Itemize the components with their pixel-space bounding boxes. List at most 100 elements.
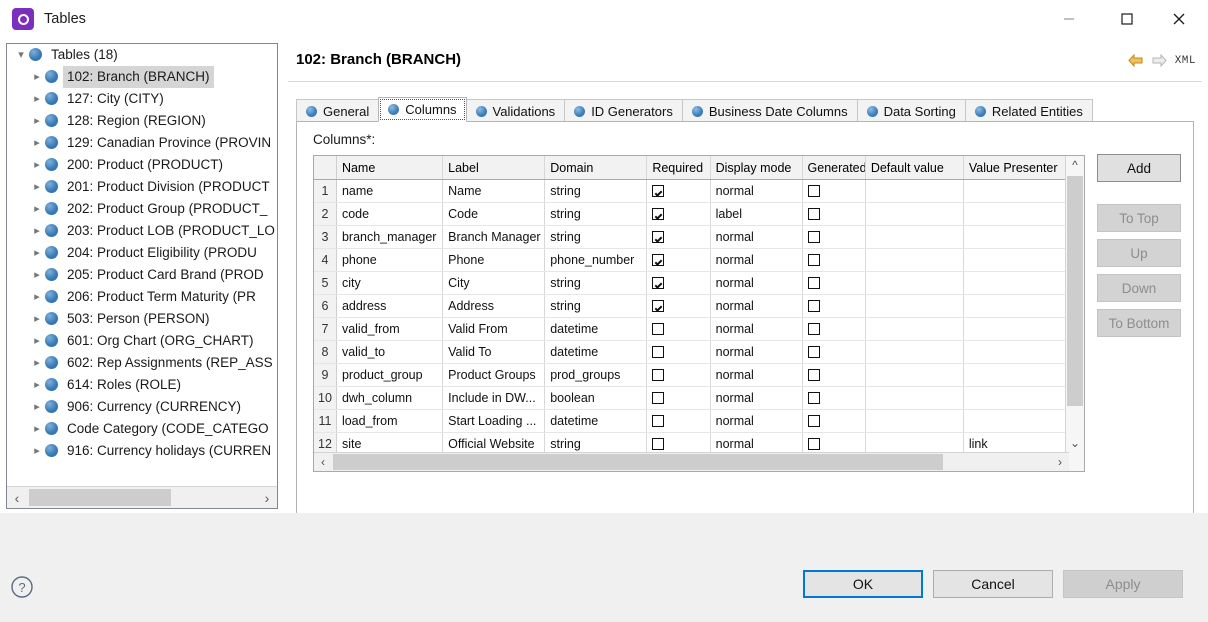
column-header[interactable]: Name xyxy=(336,156,442,180)
checkbox-unchecked-icon[interactable] xyxy=(652,323,664,335)
chevron-right-icon[interactable]: ▸ xyxy=(29,286,45,308)
cell-display-mode[interactable]: normal xyxy=(710,364,802,387)
chevron-right-icon[interactable]: ▸ xyxy=(29,418,45,440)
cell-value-presenter[interactable] xyxy=(963,295,1065,318)
cell-name[interactable]: address xyxy=(336,295,442,318)
cell-label[interactable]: Address xyxy=(443,295,545,318)
checkbox-unchecked-icon[interactable] xyxy=(652,392,664,404)
table-row[interactable]: 9product_groupProduct Groupsprod_groupsn… xyxy=(314,364,1066,387)
cell-display-mode[interactable]: normal xyxy=(710,226,802,249)
required-checkbox-cell[interactable] xyxy=(647,410,710,433)
cancel-button[interactable]: Cancel xyxy=(933,570,1053,598)
chevron-right-icon[interactable]: ▸ xyxy=(29,330,45,352)
checkbox-unchecked-icon[interactable] xyxy=(808,277,820,289)
generated-checkbox-cell[interactable] xyxy=(802,180,865,203)
grid-horizontal-scrollbar[interactable]: ‹ › xyxy=(314,452,1069,471)
chevron-right-icon[interactable]: › xyxy=(257,487,277,508)
cell-name[interactable]: load_from xyxy=(336,410,442,433)
column-header[interactable]: Required xyxy=(647,156,710,180)
tree-root-node[interactable]: ▾Tables (18) xyxy=(7,44,278,66)
table-row[interactable]: 7valid_fromValid Fromdatetimenormal xyxy=(314,318,1066,341)
cell-value-presenter[interactable] xyxy=(963,387,1065,410)
cell-label[interactable]: Include in DW... xyxy=(443,387,545,410)
cell-name[interactable]: name xyxy=(336,180,442,203)
tree-item[interactable]: ▸201: Product Division (PRODUCT xyxy=(7,176,278,198)
cell-value-presenter[interactable] xyxy=(963,272,1065,295)
required-checkbox-cell[interactable] xyxy=(647,364,710,387)
table-row[interactable]: 1nameNamestringnormal xyxy=(314,180,1066,203)
cell-domain[interactable]: string xyxy=(545,295,647,318)
chevron-left-icon[interactable]: ‹ xyxy=(314,453,332,471)
cell-label[interactable]: Branch Manager xyxy=(443,226,545,249)
checkbox-checked-icon[interactable] xyxy=(652,231,664,243)
chevron-right-icon[interactable]: ▸ xyxy=(29,352,45,374)
chevron-right-icon[interactable]: ▸ xyxy=(29,440,45,462)
tree-item[interactable]: ▸916: Currency holidays (CURREN xyxy=(7,440,278,462)
cell-default-value[interactable] xyxy=(865,295,963,318)
tab-id-generators[interactable]: ID Generators xyxy=(564,99,683,122)
checkbox-unchecked-icon[interactable] xyxy=(808,438,820,450)
generated-checkbox-cell[interactable] xyxy=(802,318,865,341)
help-icon[interactable]: ? xyxy=(10,575,34,599)
table-row[interactable]: 8valid_toValid Todatetimenormal xyxy=(314,341,1066,364)
cell-domain[interactable]: string xyxy=(545,180,647,203)
cell-name[interactable]: product_group xyxy=(336,364,442,387)
cell-label[interactable]: Code xyxy=(443,203,545,226)
cell-domain[interactable]: prod_groups xyxy=(545,364,647,387)
required-checkbox-cell[interactable] xyxy=(647,318,710,341)
generated-checkbox-cell[interactable] xyxy=(802,203,865,226)
tree-item[interactable]: ▸203: Product LOB (PRODUCT_LO xyxy=(7,220,278,242)
checkbox-unchecked-icon[interactable] xyxy=(808,392,820,404)
cell-name[interactable]: valid_from xyxy=(336,318,442,341)
cell-label[interactable]: Phone xyxy=(443,249,545,272)
cell-name[interactable]: dwh_column xyxy=(336,387,442,410)
chevron-right-icon[interactable]: ▸ xyxy=(29,264,45,286)
cell-default-value[interactable] xyxy=(865,272,963,295)
chevron-right-icon[interactable]: ▸ xyxy=(29,220,45,242)
cell-default-value[interactable] xyxy=(865,203,963,226)
tree-item[interactable]: ▸206: Product Term Maturity (PR xyxy=(7,286,278,308)
cell-name[interactable]: code xyxy=(336,203,442,226)
checkbox-unchecked-icon[interactable] xyxy=(808,415,820,427)
tree-item[interactable]: ▸205: Product Card Brand (PROD xyxy=(7,264,278,286)
checkbox-checked-icon[interactable] xyxy=(652,300,664,312)
table-row[interactable]: 5cityCitystringnormal xyxy=(314,272,1066,295)
cell-display-mode[interactable]: normal xyxy=(710,249,802,272)
cell-default-value[interactable] xyxy=(865,364,963,387)
cell-display-mode[interactable]: normal xyxy=(710,341,802,364)
chevron-right-icon[interactable]: ▸ xyxy=(29,242,45,264)
checkbox-checked-icon[interactable] xyxy=(652,208,664,220)
apply-button[interactable]: Apply xyxy=(1063,570,1183,598)
generated-checkbox-cell[interactable] xyxy=(802,364,865,387)
table-row[interactable]: 3branch_managerBranch Managerstringnorma… xyxy=(314,226,1066,249)
generated-checkbox-cell[interactable] xyxy=(802,226,865,249)
checkbox-unchecked-icon[interactable] xyxy=(808,231,820,243)
cell-domain[interactable]: datetime xyxy=(545,318,647,341)
cell-default-value[interactable] xyxy=(865,318,963,341)
minimize-button[interactable] xyxy=(1046,0,1092,38)
add-button[interactable]: Add xyxy=(1097,154,1181,182)
tab-business-date-columns[interactable]: Business Date Columns xyxy=(682,99,858,122)
cell-domain[interactable]: datetime xyxy=(545,341,647,364)
generated-checkbox-cell[interactable] xyxy=(802,341,865,364)
tab-data-sorting[interactable]: Data Sorting xyxy=(857,99,966,122)
checkbox-unchecked-icon[interactable] xyxy=(652,346,664,358)
cell-domain[interactable]: string xyxy=(545,226,647,249)
tree-item[interactable]: ▸906: Currency (CURRENCY) xyxy=(7,396,278,418)
tree-item[interactable]: ▸601: Org Chart (ORG_CHART) xyxy=(7,330,278,352)
column-header[interactable]: Value Presenter xyxy=(963,156,1065,180)
column-header[interactable]: Generated xyxy=(802,156,865,180)
required-checkbox-cell[interactable] xyxy=(647,180,710,203)
cell-default-value[interactable] xyxy=(865,387,963,410)
cell-value-presenter[interactable] xyxy=(963,410,1065,433)
tables-tree[interactable]: ▾Tables (18) ▸102: Branch (BRANCH)▸127: … xyxy=(7,44,278,484)
checkbox-checked-icon[interactable] xyxy=(652,277,664,289)
cell-label[interactable]: Valid From xyxy=(443,318,545,341)
checkbox-checked-icon[interactable] xyxy=(652,185,664,197)
cell-display-mode[interactable]: label xyxy=(710,203,802,226)
column-header[interactable]: Domain xyxy=(545,156,647,180)
chevron-right-icon[interactable]: ▸ xyxy=(29,154,45,176)
row-number-header[interactable] xyxy=(314,156,336,180)
cell-value-presenter[interactable] xyxy=(963,364,1065,387)
cell-display-mode[interactable]: normal xyxy=(710,295,802,318)
